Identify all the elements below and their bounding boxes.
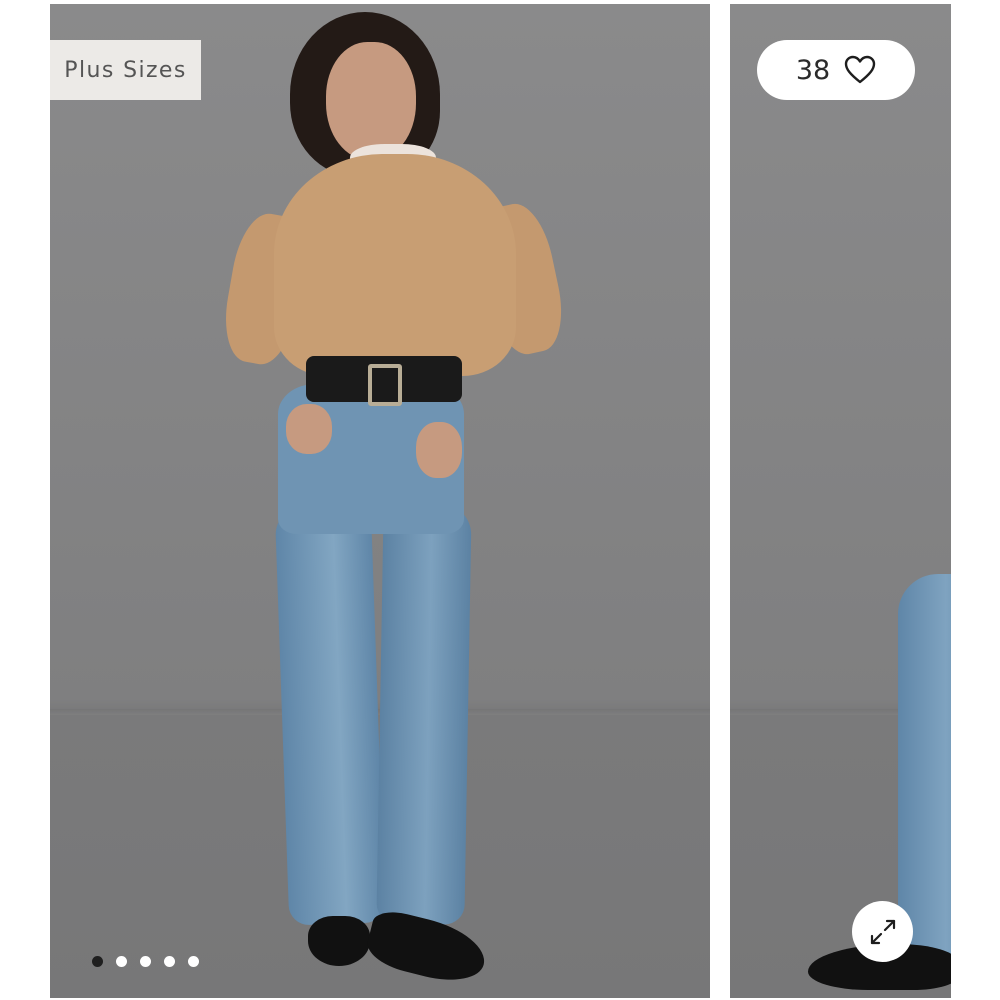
expand-image-button[interactable] — [852, 901, 913, 962]
carousel-dot-2[interactable] — [116, 956, 127, 967]
model-figure — [50, 4, 710, 998]
carousel-dot-5[interactable] — [188, 956, 199, 967]
sweater — [274, 154, 516, 376]
badge-label: Plus Sizes — [64, 57, 187, 83]
plus-sizes-badge: Plus Sizes — [50, 40, 201, 100]
heart-icon — [844, 55, 876, 84]
shoe — [308, 916, 370, 966]
expand-icon — [870, 919, 895, 944]
carousel-dot-4[interactable] — [164, 956, 175, 967]
favorite-button[interactable]: 38 — [757, 40, 915, 100]
shoe — [362, 906, 492, 990]
jeans — [898, 574, 951, 954]
product-image-main[interactable] — [50, 4, 710, 998]
favorite-count: 38 — [795, 54, 831, 86]
carousel-dot-3[interactable] — [140, 956, 151, 967]
carousel-pagination — [92, 956, 199, 967]
product-image-next[interactable] — [730, 4, 951, 998]
carousel-dot-1[interactable] — [92, 956, 103, 967]
product-image-gallery: Plus Sizes 38 — [0, 0, 1000, 1000]
